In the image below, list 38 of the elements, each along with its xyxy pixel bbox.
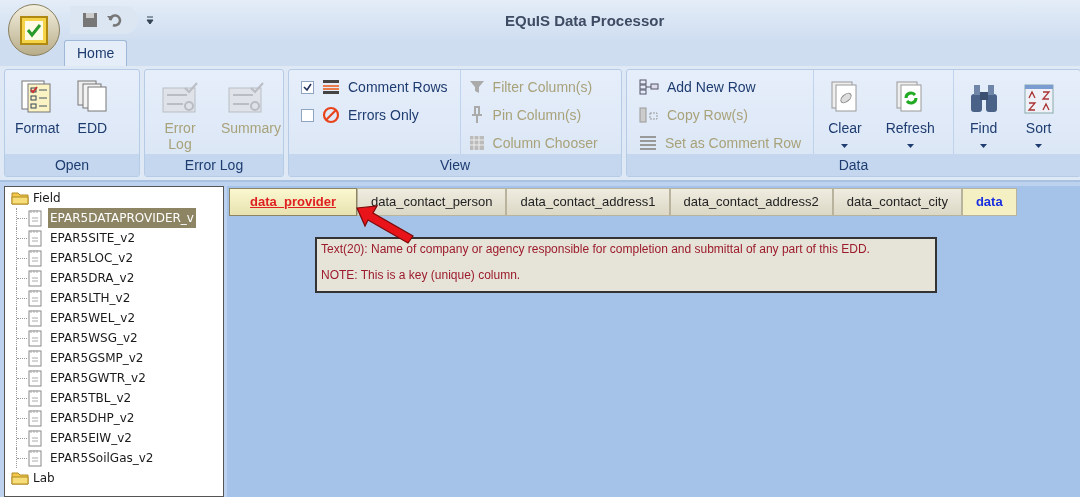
tree-item[interactable]: EPAR5DHP_v2 bbox=[48, 408, 137, 428]
tree-item[interactable]: EPAR5TBL_v2 bbox=[48, 388, 134, 408]
tree-item[interactable]: EPAR5SITE_v2 bbox=[48, 228, 138, 248]
tree-folder[interactable]: Field bbox=[33, 188, 61, 208]
tree-item[interactable]: EPAR5DRA_v2 bbox=[48, 268, 137, 288]
window-title: EQuIS Data Processor bbox=[505, 11, 665, 31]
group-label: View bbox=[289, 154, 621, 176]
ribbon-button[interactable]: Refresh bbox=[879, 70, 941, 154]
tooltip-text: Text(20): Name of company or agency responsible for completion and submittal of any part of this EDD. bbox=[321, 241, 871, 257]
group-label: Data bbox=[627, 154, 1080, 176]
group-label: Open bbox=[5, 154, 139, 176]
ribbon-button[interactable]: Clear bbox=[822, 70, 868, 154]
tree-item[interactable]: EPAR5DATAPROVIDER_v bbox=[48, 208, 196, 228]
tree-item[interactable]: EPAR5SoilGas_v2 bbox=[48, 448, 156, 468]
tree-item[interactable]: EPAR5WEL_v2 bbox=[48, 308, 138, 328]
tree-item[interactable]: EPAR5WSG_v2 bbox=[48, 328, 140, 348]
ribbon-button[interactable]: EDD bbox=[69, 70, 116, 154]
ribbon-button[interactable]: Format bbox=[9, 70, 66, 154]
ribbon-tab[interactable]: Home bbox=[64, 40, 128, 66]
column-header[interactable]: data_contact_address2 bbox=[669, 188, 833, 216]
tree-item[interactable]: EPAR5GWTR_v2 bbox=[48, 368, 148, 388]
tree-item[interactable]: EPAR5EIW_v2 bbox=[48, 428, 134, 448]
tree-item[interactable]: EPAR5LOC_v2 bbox=[48, 248, 136, 268]
column-header[interactable]: data_contact_person bbox=[357, 188, 507, 216]
tree-item[interactable]: EPAR5LTH_v2 bbox=[48, 288, 133, 308]
column-header[interactable]: data_provider bbox=[229, 188, 357, 216]
tree-item[interactable]: EPAR5GSMP_v2 bbox=[48, 348, 146, 368]
column-header[interactable]: data_contact_address1 bbox=[506, 188, 670, 216]
ribbon-button[interactable]: Add New Row bbox=[639, 76, 802, 98]
tooltip-text: NOTE: This is a key (unique) column. bbox=[321, 267, 522, 283]
tree-folder[interactable]: Lab bbox=[33, 468, 55, 488]
group-label: Error Log bbox=[145, 154, 283, 176]
column-header[interactable]: data_contact_city bbox=[832, 188, 962, 216]
checkbox-label: Errors Only bbox=[348, 105, 419, 125]
ribbon-button[interactable]: Find bbox=[961, 70, 1006, 154]
column-header[interactable]: data bbox=[961, 188, 1017, 216]
checkbox-label: Comment Rows bbox=[348, 77, 448, 97]
ribbon-button[interactable]: Sort bbox=[1017, 70, 1060, 154]
